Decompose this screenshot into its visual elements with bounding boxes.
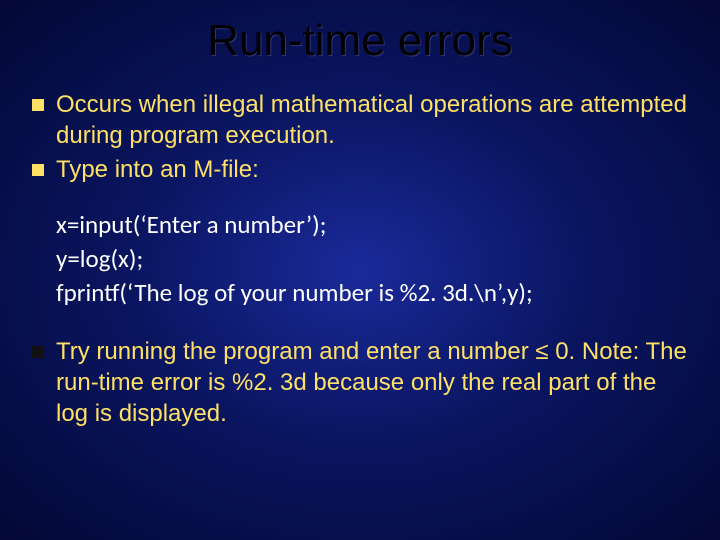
code-block: x=input(‘Enter a number’); y=log(x); fpr… [56,208,690,309]
code-line: fprintf(‘The log of your number is %2. 3… [56,276,690,310]
top-bullet-list: Occurs when illegal mathematical operati… [30,90,690,186]
bottom-bullet-list: Try running the program and enter a numb… [30,337,690,429]
bullet-item: Type into an M-file: [30,155,690,186]
code-line: x=input(‘Enter a number’); [56,208,690,242]
code-line: y=log(x); [56,242,690,276]
slide-title: Run-time errors [30,16,690,66]
bullet-item: Occurs when illegal mathematical operati… [30,90,690,151]
slide: Run-time errors Occurs when illegal math… [0,0,720,540]
bullet-item: Try running the program and enter a numb… [30,337,690,429]
